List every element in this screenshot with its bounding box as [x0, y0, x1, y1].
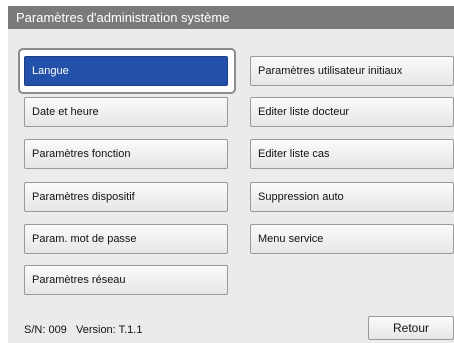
- device-info: S/N: 009 Version: T.1.1: [24, 324, 142, 336]
- network-settings-button[interactable]: Paramètres réseau: [24, 265, 228, 295]
- window-title: Paramètres d'administration système: [8, 6, 454, 29]
- langue-button[interactable]: Langue: [24, 56, 228, 86]
- edit-case-list-button[interactable]: Editer liste cas: [250, 139, 454, 169]
- function-settings-button[interactable]: Paramètres fonction: [24, 139, 228, 169]
- date-time-button[interactable]: Date et heure: [24, 97, 228, 127]
- version-label: Version: T.1.1: [75, 324, 143, 336]
- initial-user-settings-button[interactable]: Paramètres utilisateur initiaux: [250, 56, 454, 86]
- serial-number-label: S/N: 009: [24, 324, 67, 336]
- service-menu-button[interactable]: Menu service: [250, 224, 454, 254]
- password-settings-button[interactable]: Param. mot de passe: [24, 224, 228, 254]
- back-button[interactable]: Retour: [368, 316, 454, 340]
- auto-delete-button[interactable]: Suppression auto: [250, 182, 454, 212]
- device-settings-button[interactable]: Paramètres dispositif: [24, 182, 228, 212]
- edit-doctor-list-button[interactable]: Editer liste docteur: [250, 97, 454, 127]
- admin-settings-screen: Paramètres d'administration système Lang…: [0, 0, 454, 343]
